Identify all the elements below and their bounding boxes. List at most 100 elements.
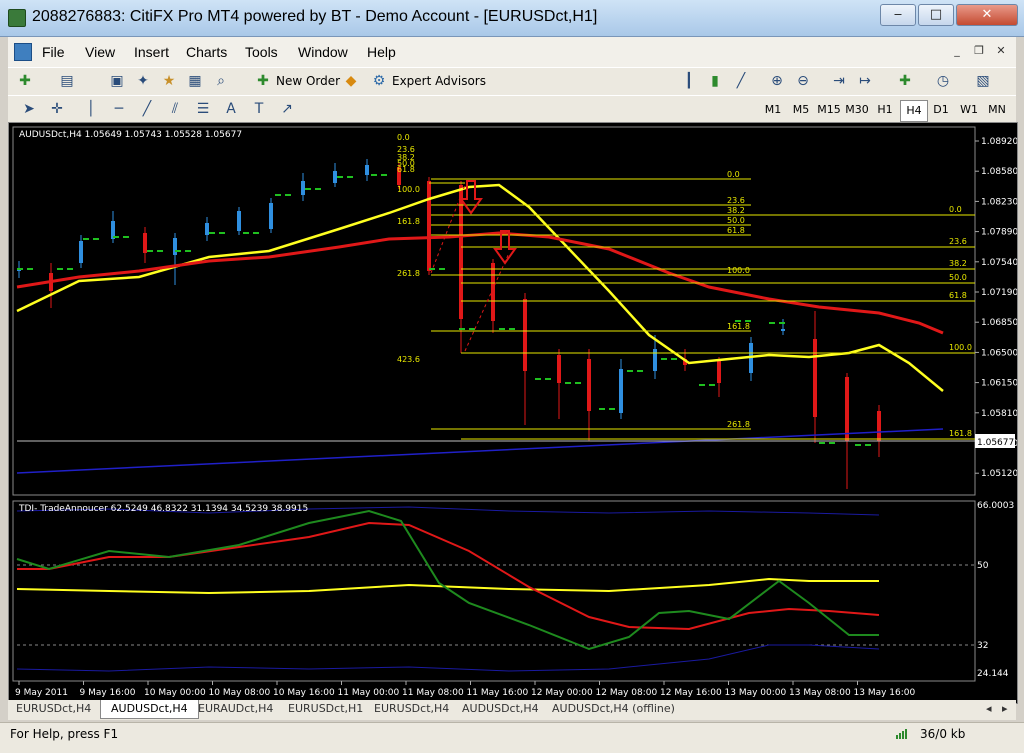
mdi-close-button[interactable]: ✕ [992,43,1010,59]
time-axis-label: 13 May 16:00 [854,688,916,698]
title-bar: 2088276883: CitiFX Pro MT4 powered by BT… [0,0,1024,37]
zoom-out-icon[interactable]: ⊖ [794,72,812,90]
profiles-icon[interactable]: ▤ [58,72,76,90]
expert-advisors-button[interactable]: Expert Advisors [392,71,486,92]
time-axis-label: 10 May 08:00 [209,688,271,698]
tabs-scroll-left-icon[interactable]: ◂ [986,700,992,718]
status-help: For Help, press F1 [10,727,119,741]
timeframe-d1[interactable]: D1 [928,100,954,120]
menu-window[interactable]: Window [298,44,348,60]
menu-help[interactable]: Help [367,44,396,60]
candlestick-icon[interactable]: ▮ [706,72,724,90]
fib-mid-label: 61.8 [727,226,745,235]
tester-icon[interactable]: ⌕ [212,72,230,90]
menu-tools[interactable]: Tools [245,44,278,60]
menu-file[interactable]: File [42,44,65,60]
trendline-icon[interactable]: ╱ [138,100,156,118]
candle-body [79,241,83,263]
navigator-icon[interactable]: ✦ [134,72,152,90]
window-title: 2088276883: CitiFX Pro MT4 powered by BT… [32,8,598,25]
fib-right-label: 100.0 [949,343,972,352]
time-axis-label: 9 May 2011 [15,688,68,698]
candle-body [587,359,591,411]
fib-left-label: 100.0 [397,185,420,194]
status-bar: For Help, press F1 36/0 kb [0,722,1024,753]
market-watch-icon[interactable]: ▣ [108,72,126,90]
zoom-in-icon[interactable]: ⊕ [768,72,786,90]
channel-icon[interactable]: ⫽ [166,100,184,118]
candle-body [877,411,881,441]
current-price-label: 1.05677 [977,438,1014,448]
new-order-icon: ✚ [257,73,269,89]
cursor-icon[interactable]: ➤ [20,100,38,118]
menu-charts[interactable]: Charts [186,44,227,60]
candle-body [491,263,495,321]
mdi-restore-button[interactable]: ❐ [970,43,988,59]
expert-advisors-icon: ⚙ [372,73,386,89]
new-chart-icon[interactable]: ✚ [16,72,34,90]
line-chart-icon[interactable]: ╱ [732,72,750,90]
indicators-icon[interactable]: ✚ [896,72,914,90]
indicator-axis-label: 50 [977,561,989,571]
timeframe-m1[interactable]: M1 [760,100,786,120]
price-axis-label: 1.06150 [981,379,1017,389]
tab-eurusdct-h1[interactable]: EURUSDct,H1 [288,700,363,718]
timeframe-m15[interactable]: M15 [816,100,842,120]
chart-window[interactable]: 1.08920 1.08580 1.08230 1.07890 1.07540 1.071… [8,122,1018,704]
crosshair-icon[interactable]: ✛ [48,100,66,118]
menu-view[interactable]: View [85,44,115,60]
fib-left-label: 161.8 [397,217,420,226]
connection-icon [896,729,912,739]
time-axis-label: 12 May 00:00 [531,688,593,698]
fibonacci-icon[interactable]: ☰ [194,100,212,118]
tab-eurusdct-h4-2[interactable]: EURUSDct,H4 [374,700,449,718]
terminal-icon[interactable]: ★ [160,72,178,90]
time-axis-label: 11 May 08:00 [402,688,464,698]
maximize-button[interactable]: □ [918,4,954,26]
chart-tabs: EURUSDct,H4 AUDUSDct,H4 EURAUDct,H4 EURU… [8,700,1016,720]
price-axis-label: 1.06500 [981,348,1017,358]
time-axis-label: 13 May 08:00 [789,688,851,698]
text-icon[interactable]: A [222,100,240,118]
tabs-scroll-right-icon[interactable]: ▸ [1002,700,1008,718]
timeframe-m5[interactable]: M5 [788,100,814,120]
price-axis-label: 1.08230 [981,197,1017,207]
fib-right-label: 61.8 [949,291,967,300]
arrows-icon[interactable]: ↗ [278,100,296,118]
timeframe-w1[interactable]: W1 [956,100,982,120]
autoscroll-icon[interactable]: ↦ [856,72,874,90]
candle-body [619,369,623,413]
time-axis-label: 10 May 00:00 [144,688,206,698]
close-button[interactable]: ✕ [956,4,1018,26]
minimize-button[interactable]: ‒ [880,4,916,26]
time-axis-label: 13 May 00:00 [725,688,787,698]
horizontal-line-icon[interactable]: ─ [110,100,128,118]
price-axis-label: 1.08920 [981,137,1017,147]
timeframe-h1[interactable]: H1 [872,100,898,120]
bar-chart-icon[interactable]: ┃ [680,72,698,90]
metaeditor-icon[interactable]: ◆ [342,72,360,90]
tab-audusdct-h4-2[interactable]: AUDUSDct,H4 [462,700,539,718]
timeframe-m30[interactable]: M30 [844,100,870,120]
chart-shift-icon[interactable]: ⇥ [830,72,848,90]
time-axis-label: 12 May 08:00 [596,688,658,698]
new-order-button[interactable]: New Order [276,71,340,92]
indicator-axis-label: 32 [977,641,988,651]
tab-audusdct-h4-offline[interactable]: AUDUSDct,H4 (offline) [552,700,675,718]
timeframe-mn[interactable]: MN [984,100,1010,120]
time-axis-label: 11 May 16:00 [467,688,529,698]
templates-icon[interactable]: ▧ [974,72,992,90]
candle-body [143,233,147,253]
fib-mid-label: 261.8 [727,420,750,429]
text-label-icon[interactable]: T [250,100,268,118]
tab-audusdct-h4-active[interactable]: AUDUSDct,H4 [100,700,199,719]
history-icon[interactable]: ▦ [186,72,204,90]
tab-euraudct-h4[interactable]: EURAUDct,H4 [198,700,273,718]
vertical-line-icon[interactable]: │ [82,100,100,118]
periods-icon[interactable]: ◷ [934,72,952,90]
tab-eurusdct-h4[interactable]: EURUSDct,H4 [16,700,91,718]
timeframe-h4[interactable]: H4 [900,100,928,122]
candle-body [523,299,527,371]
mdi-minimize-button[interactable]: _ [948,43,966,59]
menu-insert[interactable]: Insert [134,44,169,60]
